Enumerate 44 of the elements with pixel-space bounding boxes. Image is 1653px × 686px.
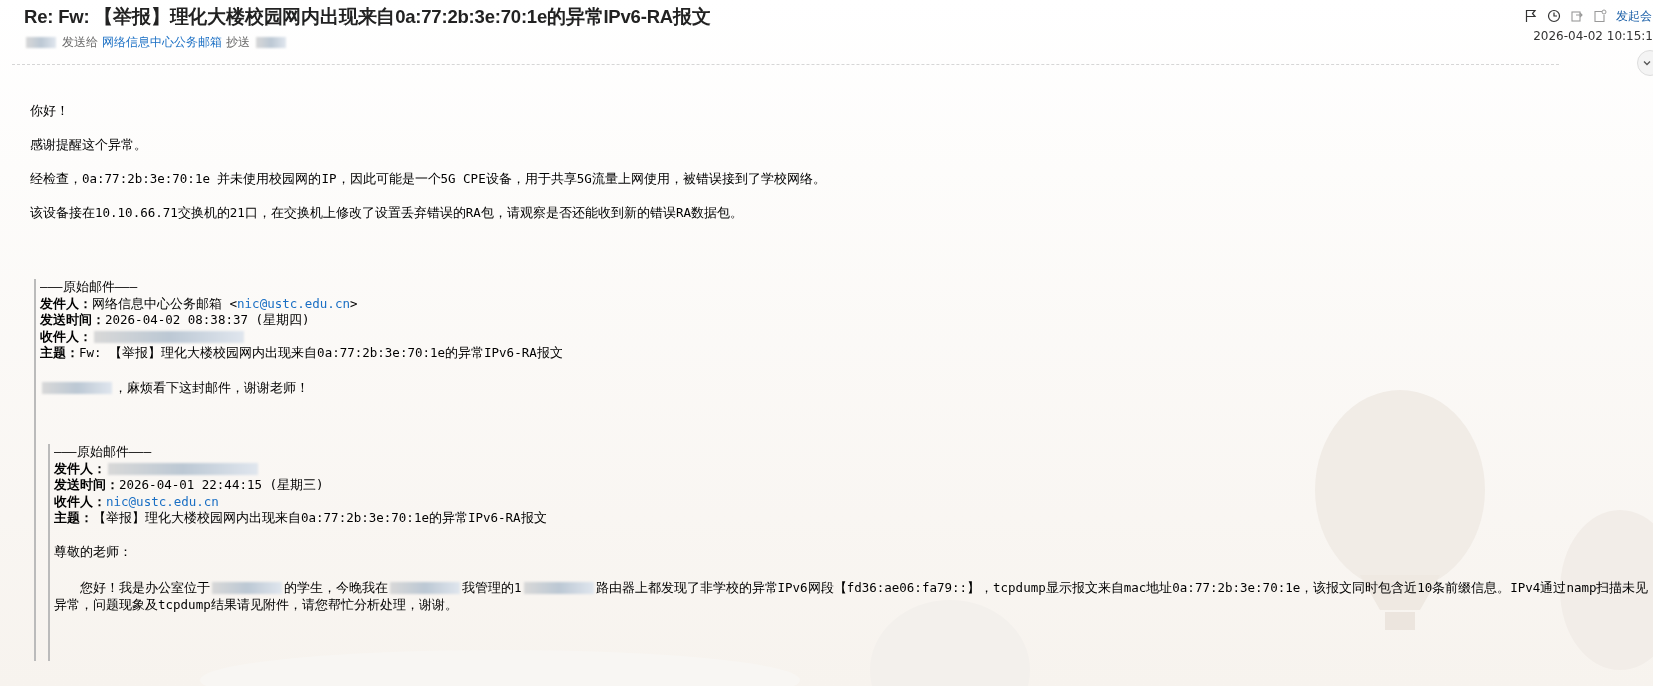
text: 2026-04-02 08:38:37 (星期四) <box>105 312 310 329</box>
redaction-mark <box>390 582 460 595</box>
field-label: 主题： <box>54 510 93 527</box>
redaction-mark <box>523 582 594 595</box>
redaction-mark <box>26 37 56 48</box>
text: 的学生，今晚我在 <box>284 580 388 597</box>
email-subject: Re: Fw: 【举报】理化大楼校园网内出现来自0a:77:2b:3e:70:1e的异常IPv6-RA报文 <box>24 5 711 29</box>
text: 我管理的1 <box>462 580 522 597</box>
note-icon[interactable] <box>1593 9 1607 23</box>
start-meeting-link[interactable]: 发起会 <box>1616 7 1652 25</box>
separator-text: ———原始邮件——— <box>54 444 153 461</box>
email-date: 2026-04-02 10:15:1 <box>1533 29 1653 43</box>
text: ，麻烦看下这封邮件，谢谢老师！ <box>114 379 309 396</box>
text: 发送给 <box>62 34 98 51</box>
field-label: 收件人： <box>40 328 92 345</box>
field-label: 发件人： <box>54 460 106 477</box>
clock-icon[interactable] <box>1547 9 1561 23</box>
email-link[interactable]: nic@ustc.edu.cn <box>237 295 350 312</box>
redaction-mark <box>212 582 282 595</box>
text: 【举报】理化大楼校园网内出现来自0a:77:2b:3e:70:1e的异常IPv6-RA报文 <box>93 510 547 527</box>
text: 尊敬的老师： <box>54 543 132 560</box>
text: 2026-04-01 22:44:15 (星期三) <box>119 477 324 494</box>
text: > <box>349 295 358 312</box>
paragraph: 你好！ <box>30 103 70 119</box>
field-label: 收件人： <box>54 493 106 510</box>
text: 路由器上都发现了非学校的异常IPv6网段【fd36:ae06:fa79::】，tcpdump显示报文来自mac地址0a:77:2b:3e:70:1e，该报文同时包含近10条前缀信息。IPv4通过namp扫描未见 <box>595 580 1649 597</box>
chevron-down-icon <box>1642 58 1652 68</box>
field-label: 发件人： <box>40 295 92 312</box>
field-label: 发送时间： <box>40 312 105 329</box>
email-link[interactable]: 网络信息中心公务邮箱 <box>102 34 222 51</box>
text: 您好！我是办公室位于 <box>80 580 210 597</box>
paragraph: 感谢提醒这个异常。 <box>30 137 148 153</box>
redaction-mark <box>256 37 286 48</box>
email-link[interactable]: nic@ustc.edu.cn <box>106 493 219 510</box>
field-label: 主题： <box>40 345 79 362</box>
field-label: 发送时间： <box>54 477 119 494</box>
text: 网络信息中心公务邮箱 < <box>92 295 238 312</box>
text: 异常，问题现象及tcpdump结果请见附件，请您帮忙分析处理，谢谢。 <box>54 596 458 613</box>
paragraph: 经检查，0a:77:2b:3e:70:1e 并未使用校园网的IP，因此可能是一个5G CPE设备，用于共享5G流量上网使用，被错误接到了学校网络。 <box>30 171 827 187</box>
flag-icon[interactable] <box>1524 9 1538 23</box>
text: 抄送 <box>226 34 250 51</box>
separator-text: ———原始邮件——— <box>40 279 139 296</box>
text: Fw: 【举报】理化大楼校园网内出现来自0a:77:2b:3e:70:1e的异常IPv6-RA报文 <box>79 345 563 362</box>
paragraph: 该设备接在10.10.66.71交换机的21口，在交换机上修改了设置丢弃错误的RA包，请观察是否还能收到新的错误RA数据包。 <box>30 205 744 221</box>
